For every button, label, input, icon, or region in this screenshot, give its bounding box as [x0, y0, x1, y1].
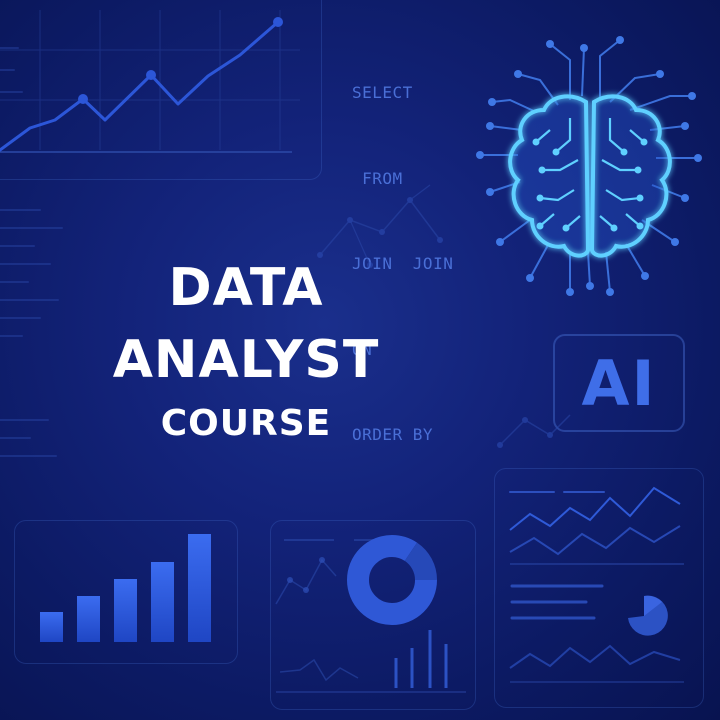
sql-line: SELECT — [352, 83, 413, 102]
network-graph-icon-small — [497, 414, 571, 448]
course-poster: SELECT FROM JOIN JOIN ON ORDER BY DATA A… — [0, 0, 720, 720]
dashboard-icon — [509, 486, 684, 683]
line-chart-series — [0, 20, 280, 152]
brain-circuit-icon — [476, 36, 702, 296]
donut-chart-icon — [275, 535, 466, 693]
title-line-course: COURSE — [160, 403, 332, 444]
title-line-analyst: ANALYST — [112, 330, 380, 390]
title-line-data: DATA — [168, 258, 324, 318]
bar-chart-icon — [40, 534, 211, 642]
course-title: DATA ANALYST COURSE — [60, 252, 432, 452]
line-chart-icon — [0, 10, 300, 153]
ai-badge-text: AI — [581, 346, 657, 420]
